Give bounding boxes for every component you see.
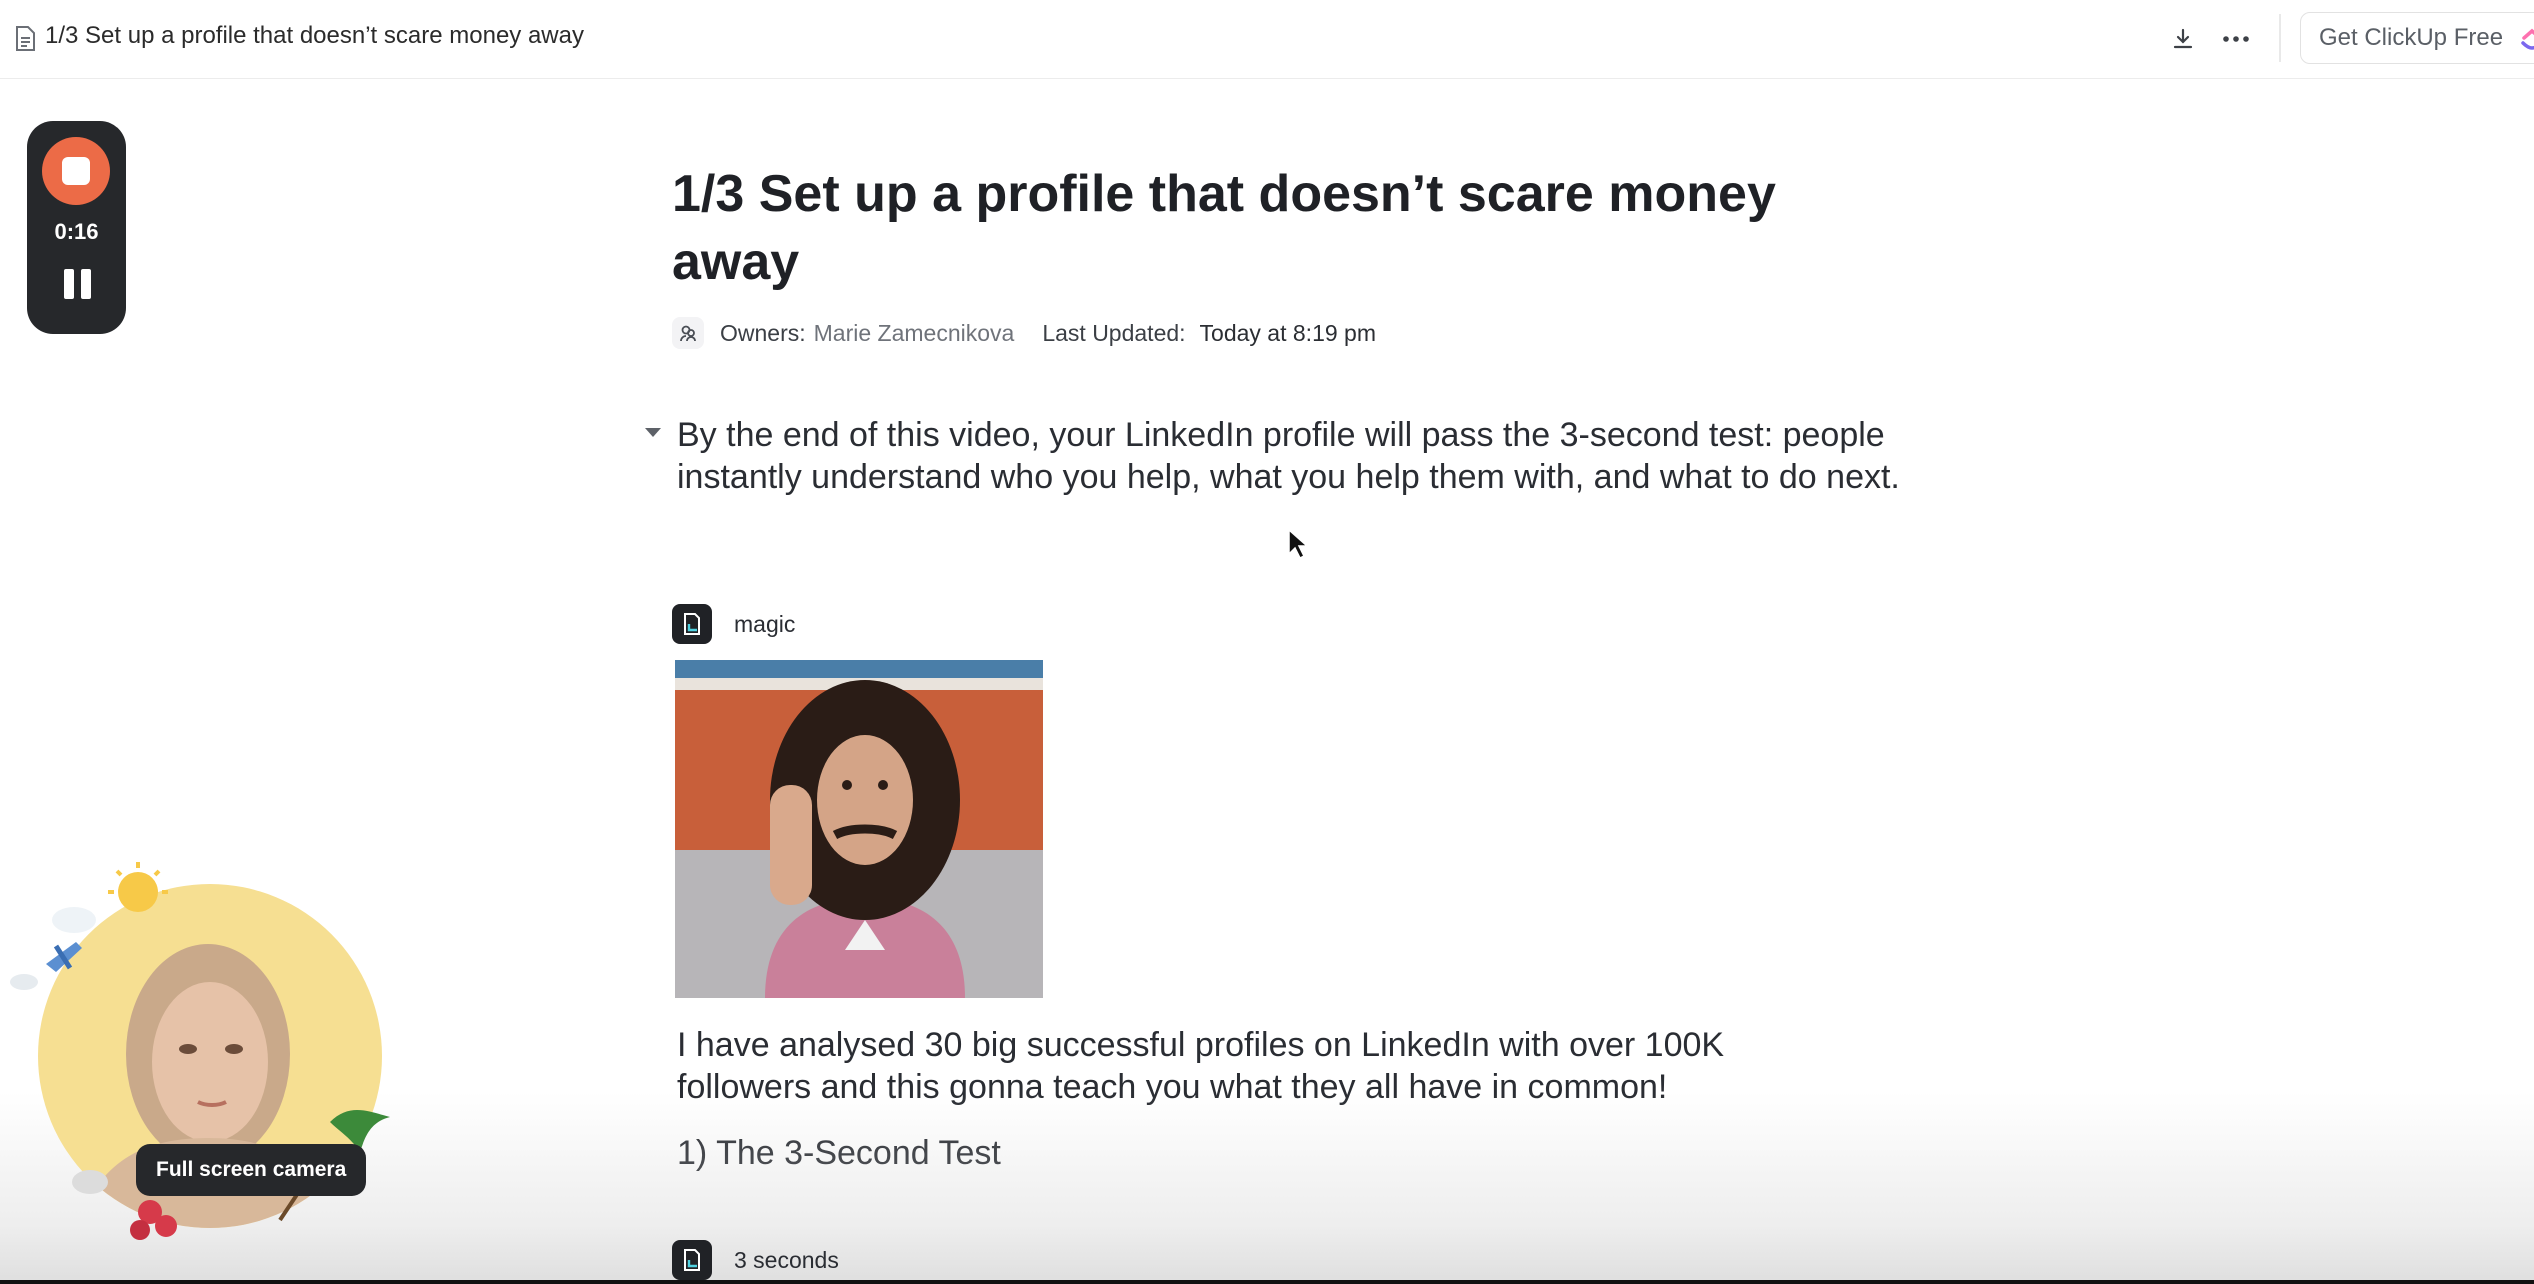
clip-label: magic [734,610,796,637]
cursor-icon [1288,528,1309,560]
video-fade-overlay [0,1092,2534,1284]
get-clickup-free-button[interactable]: Get ClickUp Free [2300,12,2534,64]
last-updated-value: Today at 8:19 pm [1199,319,1376,346]
gif-illustration [675,660,1043,998]
clickup-logo-icon [2521,28,2534,50]
stop-icon [62,157,90,185]
intro-toggle-text: By the end of this video, your LinkedIn … [677,416,1900,496]
stop-recording-button[interactable] [42,137,110,205]
body-paragraph: I have analysed 30 big successful profil… [677,1026,1725,1106]
download-button[interactable] [2164,20,2202,58]
divider [2279,14,2281,62]
top-bar: 1/3 Set up a profile that doesn’t scare … [0,0,2534,79]
collapse-arrow-icon[interactable] [645,428,661,437]
clip-label: 3 seconds [734,1246,839,1273]
last-updated-label: Last Updated: [1042,319,1186,346]
clip-block-3-seconds[interactable]: 3 seconds [672,1240,839,1280]
get-clickup-label: Get ClickUp Free [2319,24,2504,51]
pause-recording-button[interactable] [61,269,93,303]
clip-icon [672,1240,712,1280]
doc-icon [16,26,35,51]
full-screen-camera-button[interactable]: Full screen camera [136,1144,367,1196]
breadcrumb-title: 1/3 Set up a profile that doesn’t scare … [45,22,584,49]
section-heading: 1) The 3-Second Test [677,1134,1001,1172]
recording-widget: 0:16 [27,121,126,334]
more-options-button[interactable] [2216,20,2256,58]
doc-meta: Owners: Marie Zamecnikova Last Updated: … [672,316,1376,350]
page-title: 1/3 Set up a profile that doesn’t scare … [672,165,1776,291]
owners-label: Owners: [720,319,806,346]
owner-name[interactable]: Marie Zamecnikova [814,320,1015,347]
video-edge [0,1280,2534,1284]
pause-icon [63,269,74,299]
owner-icon [672,317,704,349]
clip-block-magic[interactable]: magic [672,604,795,644]
download-icon [2173,28,2193,49]
recording-timer: 0:16 [54,219,99,244]
clip-icon [672,604,712,644]
more-icon [2223,36,2249,42]
embedded-gif[interactable] [675,660,1043,998]
